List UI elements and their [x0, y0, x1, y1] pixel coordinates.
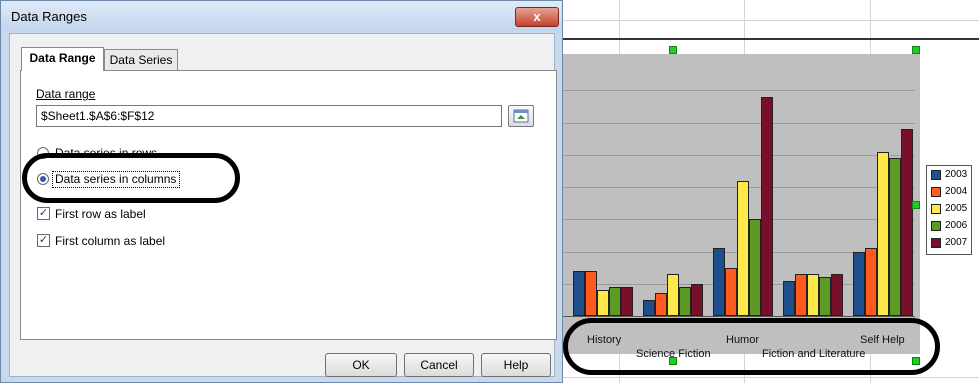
tab-data-range[interactable]: Data Range [21, 47, 104, 71]
chart-x-axis [560, 316, 915, 317]
cancel-button[interactable]: Cancel [404, 353, 474, 377]
legend-swatch [931, 238, 941, 248]
legend-swatch [931, 204, 941, 214]
selection-handle[interactable] [912, 201, 920, 209]
row-gridline [560, 20, 979, 21]
close-button[interactable]: x [515, 7, 559, 27]
close-icon: x [533, 9, 541, 24]
bar-2005-0 [597, 290, 609, 316]
selection-border [560, 38, 979, 40]
select-range-icon [513, 109, 529, 123]
tab-data-series[interactable]: Data Series [104, 49, 178, 71]
shrink-button[interactable] [508, 105, 534, 127]
selection-handle[interactable] [912, 46, 920, 54]
first-column-label: First column as label [55, 234, 166, 248]
bar-2004-3 [795, 274, 807, 316]
chart-gridline [560, 90, 915, 92]
bar-2006-0 [609, 286, 621, 316]
bar-2004-1 [655, 293, 667, 316]
bar-2007-4 [901, 128, 913, 316]
annotation-ellipse [563, 318, 940, 375]
bar-2006-3 [819, 277, 831, 316]
bar-2006-1 [679, 286, 691, 316]
data-range-label: Data range [36, 87, 96, 101]
legend-item: 2004 [931, 187, 967, 197]
legend-swatch [931, 187, 941, 197]
legend-label: 2006 [945, 220, 968, 231]
legend-label: 2004 [945, 186, 968, 197]
selection-handle[interactable] [669, 46, 677, 54]
legend-swatch [931, 221, 941, 231]
bar-2003-1 [643, 299, 655, 316]
annotation-ellipse [22, 153, 240, 203]
legend-swatch [931, 170, 941, 180]
legend-item: 2003 [931, 170, 967, 180]
dialog-titlebar[interactable]: Data Ranges x [1, 1, 562, 31]
legend-item: 2007 [931, 238, 967, 248]
bar-2003-2 [713, 248, 725, 316]
first-row-label: First row as label [55, 207, 146, 221]
bar-2005-1 [667, 274, 679, 316]
legend-item: 2005 [931, 204, 967, 214]
legend-label: 2007 [945, 237, 968, 248]
legend-label: 2005 [945, 203, 968, 214]
bar-2003-3 [783, 280, 795, 316]
bar-2005-2 [737, 180, 749, 316]
checkbox-first-column-as-label[interactable]: ✓ [37, 234, 50, 247]
bar-2007-2 [761, 96, 773, 316]
legend-label: 2003 [945, 169, 968, 180]
bar-2006-2 [749, 219, 761, 316]
dialog-title: Data Ranges [11, 9, 87, 24]
bar-2007-3 [831, 274, 843, 316]
chart-gridline [560, 154, 915, 156]
bar-2005-3 [807, 274, 819, 316]
bar-2007-1 [691, 283, 703, 316]
chart-gridline [560, 122, 915, 124]
data-ranges-dialog: Data Ranges x Data Range Data Series Dat… [0, 0, 563, 383]
row-gridline [560, 377, 979, 378]
legend-item: 2006 [931, 221, 967, 231]
bar-2007-0 [621, 286, 633, 316]
ok-button[interactable]: OK [325, 353, 397, 377]
bar-2003-4 [853, 251, 865, 316]
chart-legend: 2003 2004 2005 2006 2007 [926, 165, 972, 255]
bar-2004-4 [865, 248, 877, 316]
bar-2006-4 [889, 157, 901, 316]
help-button[interactable]: Help [481, 353, 551, 377]
bar-2004-2 [725, 267, 737, 316]
data-range-input[interactable]: $Sheet1.$A$6:$F$12 [36, 105, 502, 127]
bar-2003-0 [573, 270, 585, 316]
bar-2004-0 [585, 270, 597, 316]
bar-2005-4 [877, 151, 889, 316]
checkbox-first-row-as-label[interactable]: ✓ [37, 207, 50, 220]
